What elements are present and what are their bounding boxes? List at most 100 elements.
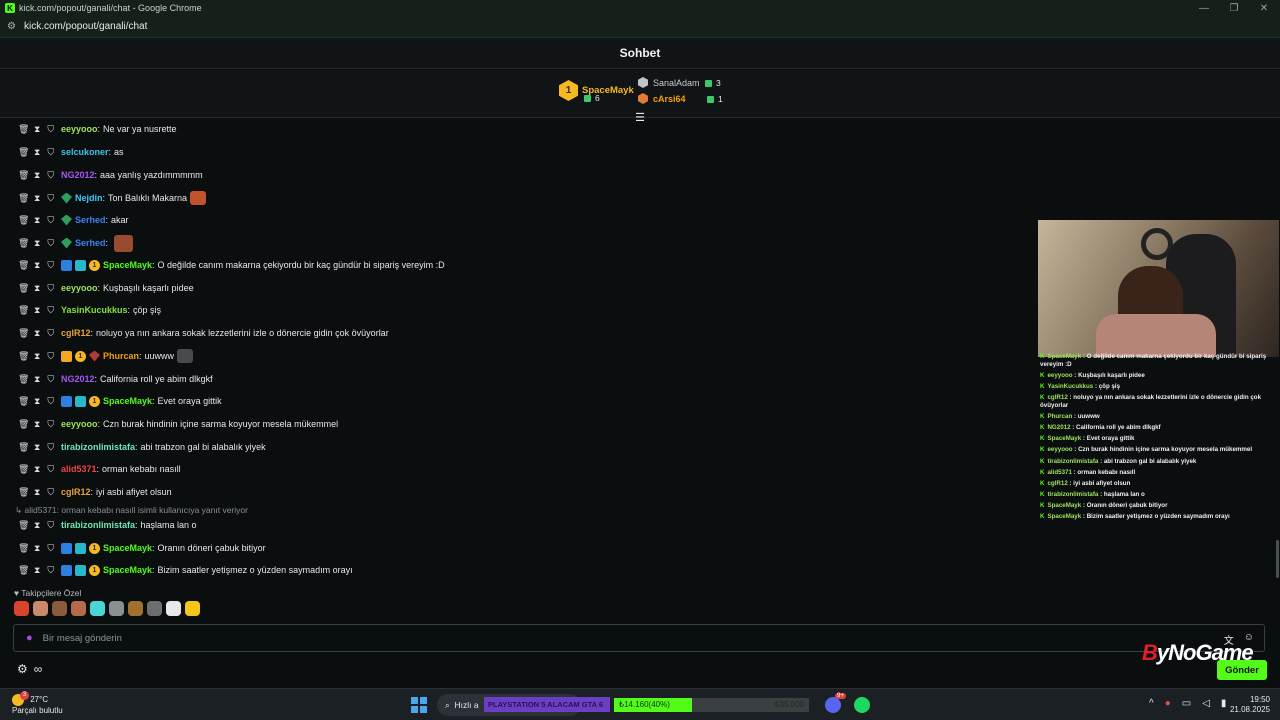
chat-message[interactable]: 🗑 ⧗ ⛉ eeyyooo: Czn burak hindinin içine sarm… — [18, 416, 1038, 432]
chat-message[interactable]: 🗑 ⧗ ⛉ tirabizonlimistafa: haşlama lan o — [18, 517, 1038, 533]
message-input[interactable]: ● Bir mesaj gönderin 文 ☺ — [13, 624, 1265, 652]
chat-message[interactable]: 🗑 ⧗ ⛉ NG2012: aaa yanlış yazdımmmmm — [18, 167, 1038, 183]
delete-icon[interactable]: 🗑 — [18, 565, 29, 576]
ban-shield-icon[interactable]: ⛉ — [47, 283, 54, 294]
delete-icon[interactable]: 🗑 — [18, 328, 29, 339]
chat-settings-icon[interactable]: ⚙ — [17, 662, 28, 676]
weather-widget[interactable]: 3 27°C Parçalı bulutlu — [12, 691, 63, 716]
ban-shield-icon[interactable]: ⛉ — [47, 464, 54, 475]
leaderboard-second-name[interactable]: SanalAdam — [653, 78, 700, 88]
chat-message[interactable]: 🗑 ⧗ ⛉ 1 SpaceMayk: O değilde canım makarna çe… — [18, 257, 1038, 273]
timeout-icon[interactable]: ⧗ — [34, 520, 40, 531]
emote[interactable] — [147, 601, 162, 616]
battery-icon[interactable]: ▮ — [1221, 698, 1227, 709]
address-bar[interactable]: ⚙ kick.com/popout/ganali/chat — [0, 16, 1280, 38]
delete-icon[interactable]: 🗑 — [18, 215, 29, 226]
ban-shield-icon[interactable]: ⛉ — [47, 487, 54, 498]
ban-shield-icon[interactable]: ⛉ — [47, 328, 54, 339]
chat-message[interactable]: 🗑 ⧗ ⛉ alid5371: orman kebabı nasıll — [18, 461, 1038, 477]
chat-message[interactable]: 🗑 ⧗ ⛉ selcukoner: as — [18, 144, 1038, 160]
discord-icon[interactable] — [825, 697, 841, 713]
chat-username[interactable]: SpaceMayk — [103, 543, 152, 553]
emote[interactable] — [166, 601, 181, 616]
delete-icon[interactable]: 🗑 — [18, 374, 29, 385]
ban-shield-icon[interactable]: ⛉ — [47, 396, 54, 407]
ban-shield-icon[interactable]: ⛉ — [47, 260, 54, 271]
chat-username[interactable]: Serhed — [75, 238, 106, 248]
chat-username[interactable]: NG2012 — [61, 170, 95, 180]
ban-shield-icon[interactable]: ⛉ — [47, 520, 54, 531]
chat-username[interactable]: alid5371 — [61, 464, 97, 474]
chat-message[interactable]: 🗑 ⧗ ⛉ 1 SpaceMayk: Evet oraya gittik — [18, 393, 1038, 409]
chat-message[interactable]: 🗑 ⧗ ⛉ Serhed: — [18, 234, 1038, 252]
chat-username[interactable]: selcukoner — [61, 147, 109, 157]
restore-icon[interactable]: ❐ — [1219, 0, 1249, 16]
microphone-tray-icon[interactable]: ● — [1165, 698, 1171, 709]
emote[interactable] — [33, 601, 48, 616]
chat-message[interactable]: 🗑 ⧗ ⛉ eeyyooo: Ne var ya nusrette — [18, 121, 1038, 137]
delete-icon[interactable]: 🗑 — [18, 305, 29, 316]
network-icon[interactable]: ▭ — [1182, 698, 1191, 709]
chat-message[interactable]: 🗑 ⧗ ⛉ cglR12: noluyo ya nın ankara sokak lez… — [18, 325, 1038, 341]
chat-username[interactable]: SpaceMayk — [103, 396, 152, 406]
chat-username[interactable]: Serhed — [75, 215, 106, 225]
chat-username[interactable]: cglR12 — [61, 487, 91, 497]
chat-message[interactable]: 🗑 ⧗ ⛉ NG2012: California roll ye abim dlkgkf — [18, 371, 1038, 387]
timeout-icon[interactable]: ⧗ — [34, 328, 40, 339]
delete-icon[interactable]: 🗑 — [18, 260, 29, 271]
delete-icon[interactable]: 🗑 — [18, 442, 29, 453]
chat-username[interactable]: eeyyooo — [61, 283, 98, 293]
windows-start-icon[interactable] — [411, 697, 427, 713]
ban-shield-icon[interactable]: ⛉ — [47, 543, 54, 554]
chat-message[interactable]: 🗑 ⧗ ⛉ YasinKucukkus: çöp şiş — [18, 302, 1038, 318]
emote[interactable] — [128, 601, 143, 616]
leaderboard-first[interactable]: 1 SpaceMayk 6 — [559, 80, 634, 103]
timeout-icon[interactable]: ⧗ — [34, 565, 40, 576]
ban-shield-icon[interactable]: ⛉ — [47, 193, 54, 204]
delete-icon[interactable]: 🗑 — [18, 124, 29, 135]
chat-username[interactable]: SpaceMayk — [103, 565, 152, 575]
chat-username[interactable]: tirabizonlimistafa — [61, 442, 135, 452]
chat-username[interactable]: Phurcan — [103, 351, 139, 361]
chat-username[interactable]: SpaceMayk — [103, 260, 152, 270]
emote[interactable] — [109, 601, 124, 616]
timeout-icon[interactable]: ⧗ — [34, 487, 40, 498]
timeout-icon[interactable]: ⧗ — [34, 374, 40, 385]
system-clock[interactable]: 19:50 21.08.2025 — [1228, 695, 1270, 715]
delete-icon[interactable]: 🗑 — [18, 419, 29, 430]
timeout-icon[interactable]: ⧗ — [34, 124, 40, 135]
infinity-icon[interactable]: ∞ — [34, 662, 43, 676]
timeout-icon[interactable]: ⧗ — [34, 396, 40, 407]
ban-shield-icon[interactable]: ⛉ — [47, 442, 54, 453]
chat-message[interactable]: 🗑 ⧗ ⛉ Nejdin: Ton Balıklı Makarna — [18, 190, 1038, 206]
ban-shield-icon[interactable]: ⛉ — [47, 419, 54, 430]
ban-shield-icon[interactable]: ⛉ — [47, 374, 54, 385]
chevron-up-icon[interactable]: ^ — [1149, 698, 1154, 709]
delete-icon[interactable]: 🗑 — [18, 238, 29, 249]
emote[interactable] — [14, 601, 29, 616]
delete-icon[interactable]: 🗑 — [18, 283, 29, 294]
chat-message[interactable]: 🗑 ⧗ ⛉ 1 Phurcan: uuwww — [18, 348, 1038, 364]
delete-icon[interactable]: 🗑 — [18, 487, 29, 498]
chat-message[interactable]: 🗑 ⧗ ⛉ 1 SpaceMayk: Bizim saatler yetişmez o y… — [18, 562, 1038, 578]
chat-username[interactable]: eeyyooo — [61, 419, 98, 429]
ban-shield-icon[interactable]: ⛉ — [47, 124, 54, 135]
minimize-icon[interactable]: — — [1189, 0, 1219, 16]
timeout-icon[interactable]: ⧗ — [34, 419, 40, 430]
timeout-icon[interactable]: ⧗ — [34, 283, 40, 294]
ban-shield-icon[interactable]: ⛉ — [47, 215, 54, 226]
scrollbar[interactable] — [1276, 540, 1279, 578]
close-icon[interactable]: ✕ — [1249, 0, 1279, 16]
ban-shield-icon[interactable]: ⛉ — [47, 305, 54, 316]
chat-message[interactable]: 🗑 ⧗ ⛉ 1 SpaceMayk: Oranın döneri çabuk bitiyo… — [18, 540, 1038, 556]
delete-icon[interactable]: 🗑 — [18, 396, 29, 407]
delete-icon[interactable]: 🗑 — [18, 520, 29, 531]
timeout-icon[interactable]: ⧗ — [34, 238, 40, 249]
delete-icon[interactable]: 🗑 — [18, 170, 29, 181]
timeout-icon[interactable]: ⧗ — [34, 215, 40, 226]
emote[interactable] — [52, 601, 67, 616]
chat-username[interactable]: Nejdin — [75, 193, 103, 203]
ban-shield-icon[interactable]: ⛉ — [47, 147, 54, 158]
chat-username[interactable]: eeyyooo — [61, 124, 98, 134]
chat-username[interactable]: cglR12 — [61, 328, 91, 338]
